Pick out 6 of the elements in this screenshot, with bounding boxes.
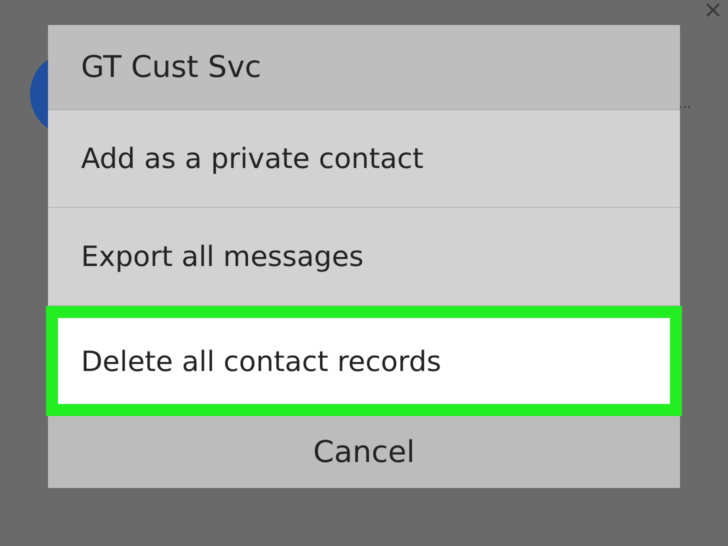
dialog-title: GT Cust Svc [48, 25, 680, 110]
menu-item[interactable]: Delete all contact records [46, 306, 682, 416]
menu-item[interactable]: Add as a private contact [48, 110, 680, 208]
close-icon[interactable] [706, 3, 720, 17]
menu-item[interactable]: Export all messages [48, 208, 680, 306]
cancel-button[interactable]: Cancel [48, 416, 680, 488]
